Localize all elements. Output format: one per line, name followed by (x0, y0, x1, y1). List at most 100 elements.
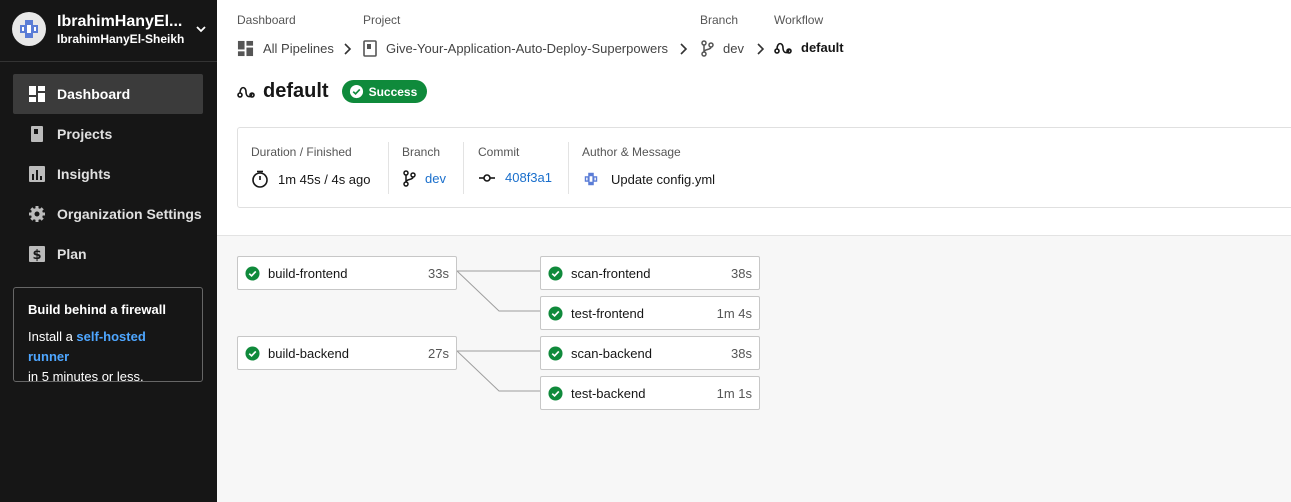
promo-text-before: Install a (28, 329, 77, 344)
gear-icon (28, 205, 46, 223)
breadcrumb-value: Give-Your-Application-Auto-Deploy-Superp… (386, 41, 669, 56)
insights-icon (28, 165, 46, 183)
divider (568, 142, 569, 194)
status-badge: Success (341, 80, 428, 103)
commit-icon (478, 172, 496, 184)
author-label: Author & Message (582, 145, 681, 159)
duration-text: 1m 45s / 4s ago (278, 171, 371, 187)
job-duration: 1m 1s (716, 385, 752, 401)
job-build-frontend[interactable]: build-frontend 33s (237, 256, 457, 290)
breadcrumb-branch: Branch dev (700, 13, 744, 57)
sidebar-item-dashboard[interactable]: Dashboard (13, 74, 203, 114)
org-subtitle: IbrahimHanyEl-Sheikh (57, 31, 185, 46)
job-test-frontend[interactable]: test-frontend 1m 4s (540, 296, 760, 330)
branch-link[interactable]: dev (402, 170, 446, 187)
duration-label: Duration / Finished (251, 145, 352, 159)
sidebar-item-organization-settings[interactable]: Organization Settings (13, 194, 203, 234)
success-icon (548, 265, 563, 281)
check-circle-icon (349, 84, 364, 99)
job-build-backend[interactable]: build-backend 27s (237, 336, 457, 370)
breadcrumb-workflow-current: default (774, 40, 844, 55)
breadcrumb-value: dev (723, 41, 744, 56)
job-duration: 33s (428, 265, 449, 281)
breadcrumb-label: Dashboard (237, 13, 296, 27)
breadcrumb-label: Workflow (774, 13, 824, 27)
job-scan-frontend[interactable]: scan-frontend 38s (540, 256, 760, 290)
promo-text: Install a self-hosted runner in 5 minutes… (28, 327, 188, 387)
promo-card: Build behind a firewall Install a self-h… (13, 287, 203, 384)
breadcrumb-workflow: Workflow default (774, 13, 844, 55)
breadcrumb-label: Project (363, 13, 401, 27)
job-duration: 27s (428, 345, 449, 361)
dashboard-icon (28, 85, 46, 103)
branch-icon (700, 40, 714, 57)
divider (388, 142, 389, 194)
job-name: build-backend (268, 345, 349, 361)
success-icon (548, 385, 563, 401)
workflow-info-card: Duration / Finished 1m 45s / 4s ago Bran… (237, 127, 1291, 208)
chevron-right-icon (343, 42, 353, 58)
author-avatar-icon (582, 170, 600, 188)
sidebar-item-label: Projects (57, 126, 113, 142)
workflow-icon (774, 41, 792, 55)
chevron-down-icon[interactable] (194, 22, 208, 36)
divider (0, 61, 217, 62)
sidebar-item-label: Insights (57, 166, 111, 182)
promo-title: Build behind a firewall (28, 302, 166, 317)
sidebar-item-plan[interactable]: $ Plan (13, 234, 203, 274)
sidebar-item-projects[interactable]: Projects (13, 114, 203, 154)
project-icon (363, 40, 377, 57)
commit-hash[interactable]: 408f3a1 (505, 170, 552, 185)
commit-message: Update config.yml (611, 171, 716, 187)
job-name: test-backend (571, 385, 646, 401)
sidebar-item-label: Plan (57, 246, 87, 262)
breadcrumb-project: Project Give-Your-Application-Auto-Deplo… (363, 13, 668, 57)
workflow-icon (237, 85, 255, 99)
promo-text-after: in 5 minutes or less. (28, 369, 144, 384)
svg-text:$: $ (32, 248, 41, 263)
success-icon (245, 345, 260, 361)
org-avatar (12, 12, 46, 46)
sidebar-item-label: Dashboard (57, 86, 131, 102)
workflow-graph: build-frontend 33s scan-frontend 38s tes… (217, 236, 1291, 502)
branch-icon (402, 170, 416, 187)
main-content: Dashboard All Pipelines Project Give-You… (217, 0, 1291, 502)
duration-value: 1m 45s / 4s ago (251, 170, 371, 188)
success-icon (245, 265, 260, 281)
divider (463, 142, 464, 194)
job-name: test-frontend (571, 305, 644, 321)
workflow-title-row: default Success (237, 80, 428, 103)
pipelines-icon (237, 40, 254, 57)
chevron-right-icon (679, 42, 689, 58)
sidebar-item-insights[interactable]: Insights (13, 154, 203, 194)
chevron-right-icon (756, 42, 766, 58)
page-title: default (263, 80, 329, 102)
breadcrumb-branch-link[interactable]: dev (700, 40, 744, 57)
job-duration: 38s (731, 345, 752, 361)
author-value: Update config.yml (582, 170, 715, 188)
job-scan-backend[interactable]: scan-backend 38s (540, 336, 760, 370)
status-text: Success (368, 84, 418, 99)
org-avatar-icon (20, 20, 38, 38)
sidebar: IbrahimHanyEl... IbrahimHanyEl-Sheikh Da… (0, 0, 217, 502)
job-duration: 38s (731, 265, 752, 281)
stopwatch-icon (251, 170, 269, 188)
job-duration: 1m 4s (716, 305, 752, 321)
commit-link[interactable]: 408f3a1 (478, 170, 552, 185)
branch-label: Branch (402, 145, 441, 159)
org-name: IbrahimHanyEl... (57, 12, 183, 30)
breadcrumb-all-pipelines-link[interactable]: All Pipelines (237, 40, 334, 57)
breadcrumb-project-link[interactable]: Give-Your-Application-Auto-Deploy-Superp… (363, 40, 668, 57)
branch-value[interactable]: dev (425, 171, 446, 186)
breadcrumb-dashboard: Dashboard All Pipelines (237, 13, 334, 57)
success-icon (548, 305, 563, 321)
breadcrumb-label: Branch (700, 13, 739, 27)
sidebar-item-label: Organization Settings (57, 206, 202, 222)
org-switcher[interactable]: IbrahimHanyEl... IbrahimHanyEl-Sheikh (12, 10, 208, 48)
breadcrumb-value: All Pipelines (263, 41, 334, 56)
job-name: scan-backend (571, 345, 652, 361)
workflow-header: Dashboard All Pipelines Project Give-You… (217, 0, 1291, 236)
job-test-backend[interactable]: test-backend 1m 1s (540, 376, 760, 410)
job-name: scan-frontend (571, 265, 651, 281)
dollar-icon: $ (28, 245, 46, 263)
